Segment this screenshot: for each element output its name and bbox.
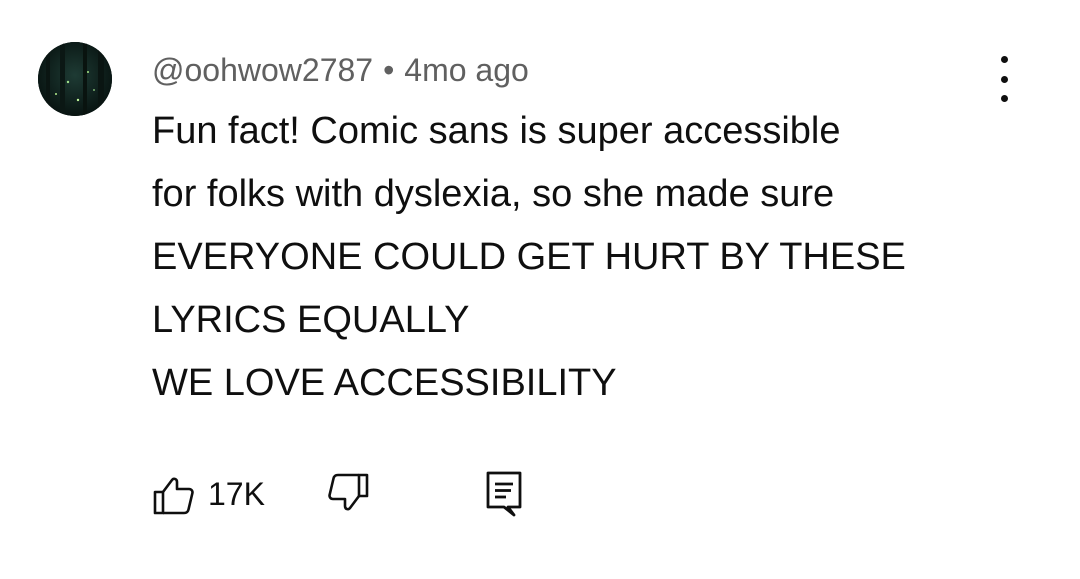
comment-text: Fun fact! Comic sans is super accessible… — [152, 100, 1032, 415]
comment: @oohwow2787 • 4mo ago Fun fact! Comic sans… — [0, 0, 1080, 579]
separator-dot: • — [383, 52, 395, 88]
comment-line: EVERYONE COULD GET HURT BY THESE — [152, 236, 906, 278]
author-name[interactable]: @oohwow2787 — [152, 52, 373, 88]
thumbs-down-icon — [328, 473, 369, 511]
comment-line: WE LOVE ACCESSIBILITY — [152, 362, 617, 404]
like-button[interactable]: 17K — [152, 464, 265, 524]
dislike-button[interactable] — [326, 464, 370, 524]
avatar[interactable] — [38, 42, 112, 116]
avatar-image — [38, 42, 112, 116]
comment-timestamp[interactable]: 4mo ago — [404, 52, 529, 88]
more-vert-icon[interactable] — [984, 56, 1024, 102]
reply-button[interactable] — [484, 464, 524, 524]
like-count: 17K — [208, 476, 265, 512]
comment-actions: 17K — [152, 464, 572, 524]
comment-header: @oohwow2787 • 4mo ago — [152, 50, 529, 90]
reply-comment-icon — [486, 471, 522, 517]
comment-line: for folks with dyslexia, so she made sur… — [152, 173, 835, 215]
comment-line: Fun fact! Comic sans is super accessible — [152, 110, 841, 152]
thumbs-up-icon — [153, 477, 194, 515]
comment-line: LYRICS EQUALLY — [152, 299, 470, 341]
